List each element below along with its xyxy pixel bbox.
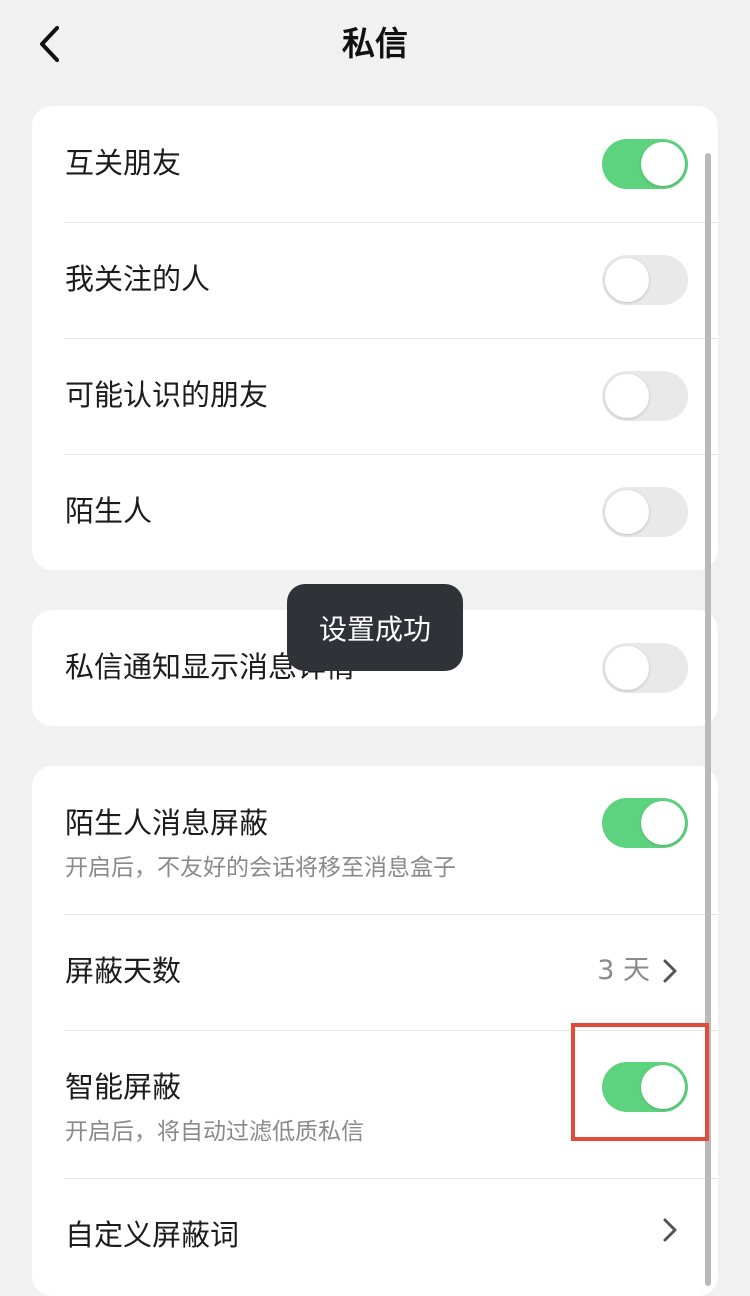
setting-description: 开启后，不友好的会话将移至消息盒子 (65, 855, 456, 881)
toggle-knob (605, 374, 649, 418)
toggle-knob (605, 490, 649, 534)
toggle-knob (641, 142, 685, 186)
strangers-toggle[interactable] (602, 487, 688, 537)
setting-label: 屏蔽天数 (65, 954, 182, 988)
setting-label: 可能认识的朋友 (65, 378, 269, 412)
toast-message: 设置成功 (287, 584, 463, 671)
maybe-know-toggle[interactable] (602, 371, 688, 421)
nav-bar: 私信 (0, 0, 750, 90)
setting-row-mutual-friends: 互关朋友 (32, 106, 718, 222)
chevron-right-icon (662, 1215, 684, 1245)
stranger-block-toggle[interactable] (602, 798, 688, 848)
setting-description: 开启后，将自动过滤低质私信 (65, 1119, 364, 1145)
setting-label: 自定义屏蔽词 (65, 1218, 240, 1252)
custom-words-arrow (662, 1215, 684, 1245)
setting-label: 互关朋友 (65, 146, 182, 180)
block-days-value: 3 天 (597, 951, 684, 991)
setting-row-block-days[interactable]: 屏蔽天数 3 天 (32, 914, 718, 1030)
setting-row-stranger-block: 陌生人消息屏蔽 开启后，不友好的会话将移至消息盒子 (32, 766, 718, 914)
toggle-knob (641, 801, 685, 845)
setting-label: 陌生人 (65, 494, 153, 528)
contacts-permission-card: 互关朋友 我关注的人 可能认识的朋友 陌生人 (32, 106, 718, 570)
setting-row-maybe-know: 可能认识的朋友 (32, 338, 718, 454)
toggle-knob (605, 646, 649, 690)
setting-label: 陌生人消息屏蔽 (65, 806, 269, 840)
mutual-friends-toggle[interactable] (602, 139, 688, 189)
toggle-knob (605, 258, 649, 302)
page-title: 私信 (342, 24, 408, 63)
setting-label: 我关注的人 (65, 262, 211, 296)
setting-label: 智能屏蔽 (65, 1070, 182, 1104)
setting-row-custom-words[interactable]: 自定义屏蔽词 (32, 1178, 718, 1294)
setting-row-strangers: 陌生人 (32, 454, 718, 570)
chevron-right-icon (662, 956, 684, 986)
notification-details-toggle[interactable] (602, 643, 688, 693)
block-days-text: 3 天 (597, 955, 650, 986)
setting-row-following: 我关注的人 (32, 222, 718, 338)
annotation-highlight-box (571, 1023, 709, 1141)
following-toggle[interactable] (602, 255, 688, 305)
